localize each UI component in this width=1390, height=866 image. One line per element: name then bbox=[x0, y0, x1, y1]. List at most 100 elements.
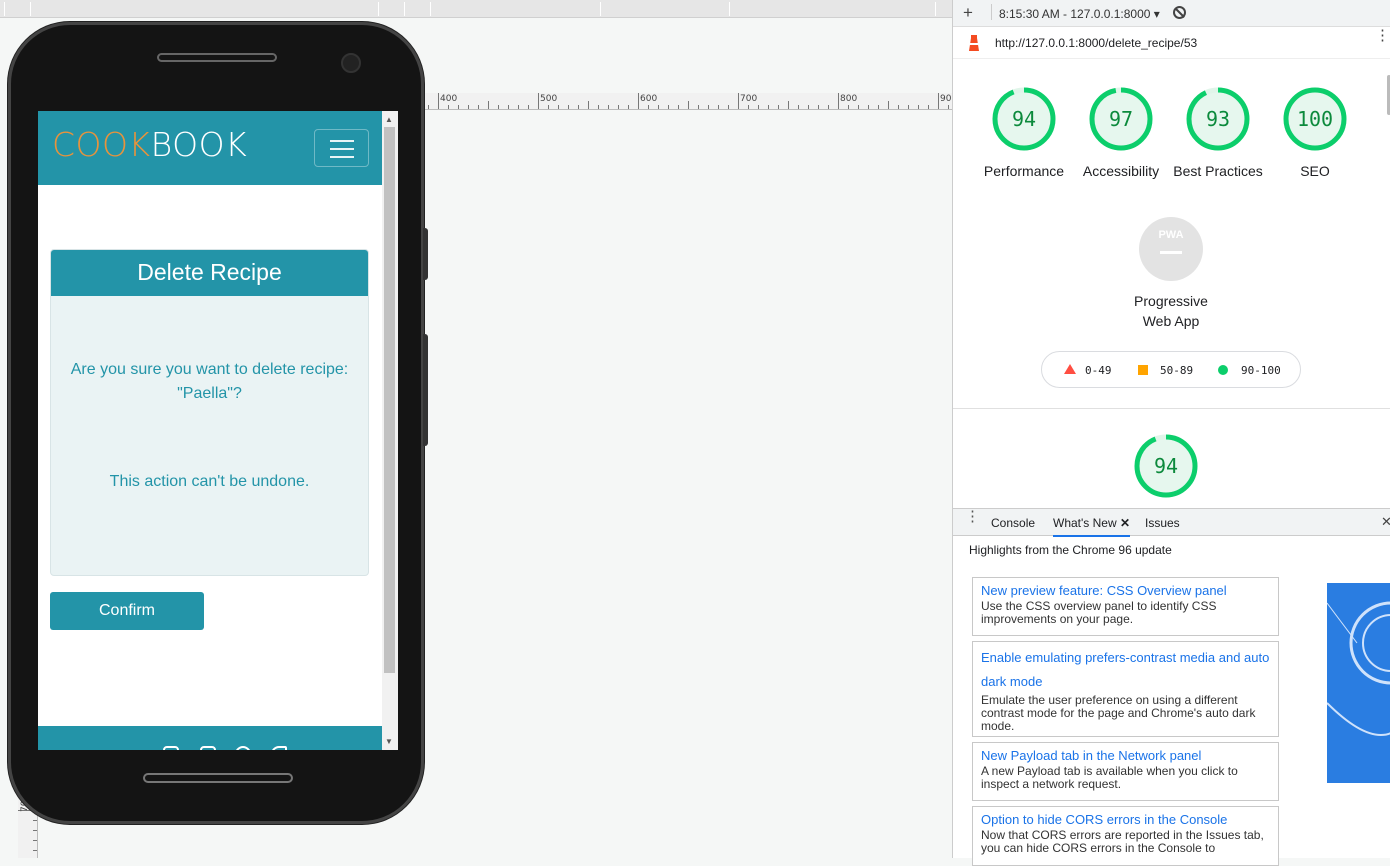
brand-logo[interactable]: COOKBOOK bbox=[52, 125, 247, 164]
phone-camera bbox=[341, 53, 361, 73]
tab-console[interactable]: Console bbox=[991, 516, 1035, 530]
card-title: Delete Recipe bbox=[51, 250, 368, 296]
legend-fail: 0-49 bbox=[1085, 364, 1112, 377]
whats-new-item[interactable]: New preview feature: CSS Overview panel … bbox=[972, 577, 1279, 636]
chrome-update-graphic[interactable] bbox=[1327, 583, 1390, 783]
ruler-tick bbox=[448, 105, 449, 109]
close-tab-icon[interactable]: ✕ bbox=[1120, 516, 1130, 530]
whats-new-item[interactable]: Enable emulating prefers-contrast media … bbox=[972, 641, 1279, 737]
toolbar-divider bbox=[600, 2, 601, 16]
whats-new-title[interactable]: New Payload tab in the Network panel bbox=[981, 747, 1270, 765]
scroll-up-icon[interactable]: ▲ bbox=[385, 115, 393, 124]
pwa-badge: PWA bbox=[1139, 217, 1203, 281]
ruler-tick bbox=[718, 105, 719, 109]
clear-icon[interactable] bbox=[1173, 6, 1186, 19]
gauge-score: 97 bbox=[1108, 107, 1134, 131]
ruler-tick bbox=[558, 105, 559, 109]
ruler-tick bbox=[848, 105, 849, 109]
whats-new-item[interactable]: New Payload tab in the Network panel A n… bbox=[972, 742, 1279, 801]
ruler-tick bbox=[618, 105, 619, 109]
scrollbar-thumb[interactable] bbox=[384, 127, 395, 673]
scroll-down-icon[interactable]: ▼ bbox=[385, 737, 393, 746]
phone-volume-button bbox=[423, 228, 428, 280]
ruler-tick bbox=[478, 105, 479, 109]
whats-new-heading: Highlights from the Chrome 96 update bbox=[969, 543, 1172, 557]
score-gauge[interactable]: 100 bbox=[1283, 87, 1347, 151]
ruler-tick bbox=[588, 101, 589, 109]
ruler-tick bbox=[818, 105, 819, 109]
drawer-tabbar: ⋮ Console What's New ✕ Issues ✕ bbox=[953, 508, 1390, 537]
close-drawer-icon[interactable]: ✕ bbox=[1381, 514, 1390, 530]
ruler-label: 400 bbox=[440, 94, 458, 104]
youtube-icon[interactable] bbox=[163, 746, 179, 750]
ruler-tick bbox=[518, 105, 519, 109]
ruler-tick bbox=[728, 105, 729, 109]
twitter-icon[interactable] bbox=[271, 746, 287, 750]
pwa-badge-text: PWA bbox=[1158, 229, 1184, 241]
score-gauge[interactable]: 93 bbox=[1186, 87, 1250, 151]
menu-toggle-button[interactable] bbox=[314, 129, 369, 167]
ruler-tick bbox=[498, 105, 499, 109]
plus-icon[interactable]: + bbox=[963, 3, 973, 23]
whats-new-item[interactable]: Option to hide CORS errors in the Consol… bbox=[972, 806, 1279, 866]
facebook-icon[interactable] bbox=[235, 746, 251, 750]
ruler-tick bbox=[508, 105, 509, 109]
ruler-tick bbox=[778, 105, 779, 109]
gauge-score: 93 bbox=[1205, 107, 1231, 131]
toolbar-divider bbox=[378, 2, 379, 16]
whats-new-title[interactable]: New preview feature: CSS Overview panel bbox=[981, 582, 1270, 600]
score-gauge[interactable]: 97 bbox=[1089, 87, 1153, 151]
gauge-label: Accessibility bbox=[1082, 163, 1160, 179]
more-options-icon[interactable]: ⋮ bbox=[1375, 28, 1390, 43]
whats-new-desc: A new Payload tab is available when you … bbox=[981, 764, 1238, 791]
toolbar-divider bbox=[30, 2, 31, 16]
whats-new-title[interactable]: Enable emulating prefers-contrast media … bbox=[981, 646, 1270, 694]
ruler-tick bbox=[798, 105, 799, 109]
drawer-menu-icon[interactable]: ⋮ bbox=[965, 509, 980, 524]
whats-new-desc: Emulate the user preference on using a d… bbox=[981, 693, 1256, 733]
gauge-label: SEO bbox=[1300, 163, 1330, 179]
ruler-tick bbox=[488, 101, 489, 109]
whats-new-title[interactable]: Option to hide CORS errors in the Consol… bbox=[981, 811, 1270, 829]
detail-gauge[interactable]: 94 bbox=[1134, 434, 1198, 498]
tab-issues[interactable]: Issues bbox=[1145, 516, 1180, 530]
ruler-tick bbox=[868, 105, 869, 109]
lighthouse-toolbar: + 8:15:30 AM - 127.0.0.1:8000 ▾ bbox=[953, 0, 1390, 27]
brand-book: BOOK bbox=[150, 125, 248, 164]
tab-whats-new[interactable]: What's New ✕ bbox=[1053, 516, 1131, 537]
brand-cook: COOK bbox=[52, 125, 151, 164]
ruler-tick bbox=[888, 101, 889, 109]
ruler-label: 700 bbox=[740, 94, 758, 104]
ruler-tick bbox=[668, 105, 669, 109]
ruler-tick bbox=[568, 105, 569, 109]
gauge-score: 94 bbox=[1011, 107, 1037, 131]
report-selector[interactable]: 8:15:30 AM - 127.0.0.1:8000 ▾ bbox=[999, 7, 1160, 21]
gauge-label: Performance bbox=[983, 163, 1065, 179]
phone-scrollbar[interactable]: ▲ ▼ bbox=[382, 111, 398, 750]
ruler-tick bbox=[33, 840, 37, 841]
ruler-tick bbox=[658, 105, 659, 109]
ruler-tick bbox=[758, 105, 759, 109]
instagram-icon[interactable] bbox=[200, 746, 216, 750]
ruler-tick bbox=[788, 101, 789, 109]
ruler-tick bbox=[538, 93, 539, 109]
ruler-tick bbox=[578, 105, 579, 109]
ruler-label: 90 bbox=[940, 94, 952, 104]
ruler-tick bbox=[638, 93, 639, 109]
ruler-tick bbox=[878, 105, 879, 109]
ruler-tick bbox=[898, 105, 899, 109]
hamburger-icon bbox=[330, 156, 354, 158]
delete-warning: This action can't be undone. bbox=[109, 473, 310, 490]
toolbar-divider bbox=[991, 4, 992, 20]
ruler-tick bbox=[738, 93, 739, 109]
ruler-tick bbox=[608, 105, 609, 109]
score-gauge[interactable]: 94 bbox=[992, 87, 1056, 151]
phone-power-button bbox=[423, 334, 428, 446]
ruler-tick bbox=[708, 105, 709, 109]
toolbar-divider bbox=[935, 2, 936, 16]
toolbar-divider bbox=[430, 2, 431, 16]
confirm-button[interactable]: Confirm bbox=[50, 592, 204, 630]
ruler-tick bbox=[458, 105, 459, 109]
ruler-tick bbox=[33, 850, 37, 851]
section-divider bbox=[953, 408, 1390, 409]
